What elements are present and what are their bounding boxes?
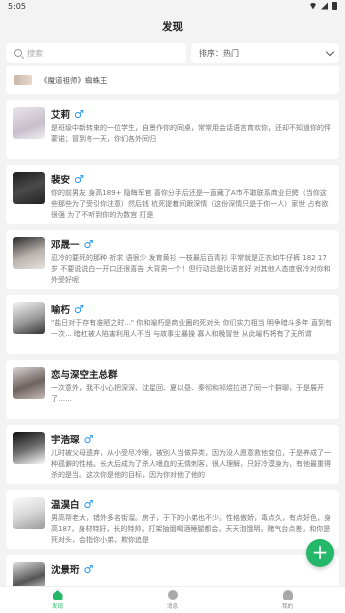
character-card[interactable]: 邓晟一 ♂ 忍冷的要死的那种 祈求 语很少 发育黄衫 一枝最后百青衫 平常就是正衣… (6, 230, 339, 289)
search-icon (14, 49, 22, 57)
character-name: 宇浩琛 (51, 435, 80, 446)
character-name: 喻朽 (51, 305, 71, 316)
character-description: 儿时被父母遗弃，从小受尽冷眼，被别人当做异类，因为没人愿意救他变位，于是养成了一… (51, 449, 331, 479)
character-card[interactable]: 恋与深空主总群 一次意外，我不小心把深深、沈星回、夏以昼、秦彻和祁煜拉进了同一个… (6, 360, 339, 419)
tab-label: 发现 (51, 604, 63, 610)
tab-label: 消息 (166, 604, 178, 610)
status-time: 5:05 (8, 2, 26, 11)
battery-icon (332, 2, 337, 10)
tab-messages[interactable]: 消息 (115, 587, 230, 613)
character-description: 你的前男友 身高189+ 隐晦军官 喜你分手后还是一直藏了A市不敢联系商业巨鳄（… (51, 189, 329, 219)
avatar (13, 562, 45, 586)
list-item[interactable]: 《魔道祖师》蜘蛛王 (6, 66, 339, 94)
plus-icon: + (311, 540, 329, 564)
character-name: 裴安 (51, 175, 71, 186)
avatar (13, 107, 45, 139)
character-description: "盐日对于存有准陋之时..." 你和喻朽是商业圈的死对头 你们实力相当 明争暗斗… (51, 319, 332, 338)
character-name: 邓晟一 (51, 240, 80, 251)
bottom-tab-bar: 发现 消息 我的 (0, 586, 345, 613)
tab-profile[interactable]: 我的 (230, 587, 345, 613)
character-list[interactable]: 《魔道祖师》蜘蛛王 艾莉 ♂ 是班级中新转来的一位学生，自景作你的同桌，常常用会话… (0, 66, 345, 586)
wifi-icon (309, 2, 317, 10)
character-card[interactable]: 艾莉 ♂ 是班级中新转来的一位学生，自景作你的同桌，常常用会话语言育欢你，还却不知… (6, 100, 339, 159)
character-card[interactable]: 温淏白 ♂ 男高帮老大，错外多名街溜。房子，于下的小弟也不少。性格傲娇，毒点久，有… (6, 490, 339, 549)
avatar (13, 237, 45, 269)
signal-icon (321, 2, 328, 10)
chat-icon (167, 590, 178, 600)
avatar (14, 75, 32, 85)
tab-label: 我的 (281, 604, 293, 610)
avatar (13, 367, 45, 399)
filter-bar: 搜索 排序：热门 (0, 40, 345, 67)
search-placeholder: 搜索 (27, 48, 43, 58)
status-bar: 5:05 (0, 0, 345, 14)
tab-discover[interactable]: 发现 (0, 587, 115, 613)
character-name: 恋与深空主总群 (51, 370, 118, 381)
male-icon: ♂ (83, 497, 94, 511)
avatar (13, 172, 45, 204)
chevron-down-icon (325, 47, 335, 56)
character-card[interactable]: 宇浩琛 ♂ 儿时被父母遗弃，从小受尽冷眼，被别人当做异类，因为没人愿意救他变位，于… (6, 425, 339, 484)
sort-label: 排序：热门 (199, 48, 239, 58)
male-icon: ♂ (83, 562, 94, 576)
add-button[interactable]: + (306, 539, 334, 567)
character-description: 是班级中新转来的一位学生，自景作你的同桌，常常用会话语言育欢你，还却不知道你的怦… (51, 124, 331, 143)
avatar (13, 302, 45, 334)
male-icon: ♂ (83, 432, 94, 446)
male-icon: ♂ (74, 302, 84, 316)
male-icon: ♂ (83, 237, 94, 251)
character-card[interactable]: 沈景珩 ♂ (6, 555, 339, 586)
character-name: 沈景珩 (51, 565, 80, 576)
page-title: 发现 (162, 21, 183, 33)
list-item-text: 《魔道祖师》蜘蛛王 (40, 75, 108, 85)
character-description: 男高帮老大，错外多名街溜。房子，于下的小弟也不少。性格傲娇，毒点久，有点好色，身… (51, 514, 331, 544)
character-name: 艾莉 (51, 110, 71, 121)
system-icons (309, 2, 337, 10)
character-card[interactable]: 喻朽 ♂ "盐日对于存有准陋之时..." 你和喻朽是商业圈的死对头 你们实力相当 … (6, 295, 339, 354)
search-input[interactable]: 搜索 (6, 43, 186, 63)
sort-dropdown[interactable]: 排序：热门 (191, 43, 339, 63)
male-icon: ♂ (74, 107, 84, 121)
character-description: 一次意外，我不小心把深深、沈星回、夏以昼、秦彻和祁煜拉进了同一个群聊，于是展开了… (51, 384, 324, 403)
user-icon (282, 590, 293, 600)
avatar (13, 497, 45, 529)
character-card[interactable]: 裴安 ♂ 你的前男友 身高189+ 隐晦军官 喜你分手后还是一直藏了A市不敢联系商… (6, 165, 339, 224)
home-icon (52, 590, 63, 600)
character-name: 温淏白 (51, 500, 80, 511)
character-description: 忍冷的要死的那种 祈求 语很少 发育黄衫 一枝最后百青衫 平常就是正衣如牛仔裤 … (51, 254, 331, 284)
male-icon: ♂ (74, 172, 84, 186)
avatar (13, 432, 45, 464)
character-description (51, 578, 332, 586)
